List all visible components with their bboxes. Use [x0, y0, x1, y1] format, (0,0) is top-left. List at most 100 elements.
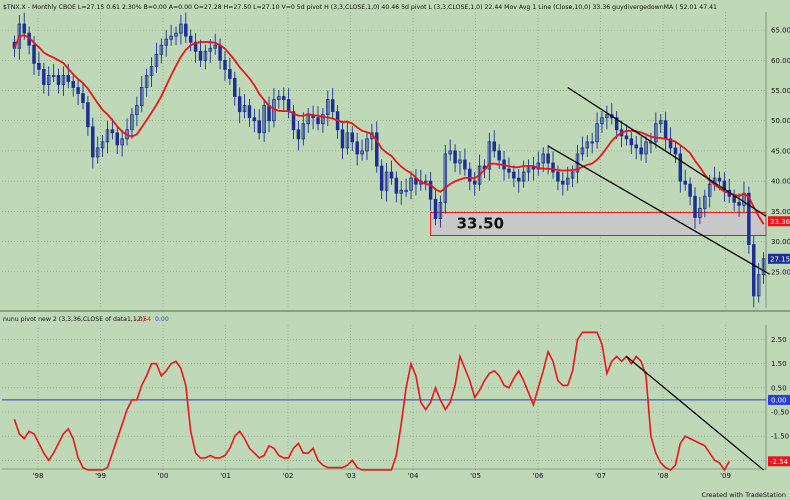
candle-down — [492, 141, 497, 152]
year-tick-label: '08 — [658, 472, 669, 480]
osc-zero-flag-label: 0.00 — [771, 396, 787, 404]
year-tick-label: '04 — [408, 472, 419, 480]
osc-tick-label: -0.50 — [771, 409, 789, 417]
year-tick-label: '07 — [595, 472, 606, 480]
candle-down — [355, 141, 359, 155]
support-level-label: 33.50 — [457, 214, 504, 232]
price-tick-label: 60.00 — [771, 57, 790, 65]
oscillator-header: nunu pivot new 2 (3,3,36,CLOSE of data1,… — [3, 316, 145, 323]
year-tick-label: '06 — [533, 472, 544, 480]
year-tick-label: '98 — [33, 472, 44, 480]
candle-down — [286, 99, 291, 113]
candle-down — [389, 171, 394, 179]
candle-down — [497, 150, 501, 161]
year-tick-label: '05 — [470, 472, 481, 480]
candle-down — [76, 87, 80, 94]
candle-down — [639, 147, 643, 155]
candle-down — [673, 147, 678, 155]
footer-credit: Created with TradeStation — [701, 491, 786, 499]
candle-down — [561, 180, 565, 185]
candle-down — [91, 126, 95, 158]
candle-down — [507, 168, 511, 173]
oscillator-header-zero: 0.00 — [155, 316, 169, 323]
candle-down — [22, 23, 26, 34]
candle-down — [453, 150, 457, 164]
candle-down — [66, 75, 71, 82]
year-tick-label: '02 — [283, 472, 294, 480]
chart-window: 33.50 25.00 30.00 35.00 40.00 45.00 50.00 55.0… — [0, 0, 790, 500]
price-tick-label: 50.00 — [771, 117, 790, 125]
price-flag-label: 33.36 — [770, 218, 790, 226]
year-tick-label: '03 — [345, 472, 356, 480]
year-tick-label: '99 — [95, 472, 106, 480]
candle-down — [37, 62, 41, 70]
candle-down — [281, 96, 286, 100]
price-tick-label: 35.00 — [771, 208, 790, 216]
price-tick-label: 25.00 — [771, 268, 790, 276]
year-tick-label: '00 — [158, 472, 169, 480]
candle-down — [752, 244, 756, 297]
candle-down — [375, 132, 379, 167]
candle-down — [237, 96, 242, 113]
candle-down — [663, 120, 668, 140]
candle-down — [316, 117, 320, 125]
candle-down — [379, 165, 384, 191]
oscillator-header-value: -2.54 — [135, 316, 151, 323]
candle-down — [257, 120, 261, 134]
osc-tick-label: 1.50 — [771, 360, 787, 368]
candle-down — [218, 44, 222, 61]
candle-down — [110, 129, 115, 134]
candle-down — [86, 102, 90, 128]
candle-down — [252, 117, 257, 122]
price-tick-label: 30.00 — [771, 238, 790, 246]
candle-down — [350, 132, 355, 143]
osc-last-flag-label: -2.54 — [770, 458, 789, 466]
candle-down — [546, 153, 550, 164]
osc-tick-label: 0.50 — [771, 384, 787, 392]
candle-down — [188, 35, 193, 43]
candle-down — [32, 44, 36, 64]
candle-down — [688, 183, 692, 197]
candle-down — [198, 50, 203, 61]
year-tick-label: '01 — [220, 472, 231, 480]
osc-tick-label: 2.50 — [771, 336, 787, 344]
candle-down — [629, 138, 634, 146]
candle-down — [678, 153, 683, 182]
price-tick-label: 45.00 — [771, 147, 790, 155]
candle-down — [693, 195, 697, 218]
chart-background — [0, 0, 790, 500]
price-tick-label: 55.00 — [771, 87, 790, 95]
candle-down — [223, 59, 227, 70]
candle-down — [247, 105, 252, 119]
candle-down — [56, 75, 61, 85]
candle-down — [556, 171, 560, 182]
candle-down — [624, 135, 629, 140]
price-tick-label: 65.00 — [771, 27, 790, 35]
candle-down — [463, 159, 467, 170]
candle-down — [394, 177, 399, 194]
price-tick-label: 40.00 — [771, 178, 790, 186]
price-panel-header: $TNX.X - Monthly CBOE L=27.15 0.61 2.30%… — [3, 4, 717, 11]
candle-down — [115, 132, 120, 146]
candle-down — [296, 129, 301, 140]
candle-down — [267, 105, 271, 122]
candle-down — [433, 198, 438, 219]
candle-down — [512, 171, 516, 179]
candle-down — [517, 177, 521, 182]
candle-down — [472, 180, 477, 185]
candle-down — [71, 81, 75, 88]
price-flag-label: 27.15 — [770, 255, 790, 263]
candle-down — [228, 68, 232, 79]
candle-down — [184, 23, 188, 37]
candle-down — [42, 68, 46, 85]
candle-down — [551, 162, 555, 173]
candle-down — [340, 129, 345, 149]
chart-canvas: 33.50 25.00 30.00 35.00 40.00 45.00 50.00 55.0… — [0, 0, 790, 500]
candle-down — [717, 177, 722, 182]
candle-down — [81, 93, 85, 104]
candle-down — [732, 195, 736, 203]
candle-down — [683, 180, 687, 185]
candle-down — [233, 78, 237, 97]
candle-down — [737, 201, 741, 206]
candle-down — [634, 144, 638, 149]
